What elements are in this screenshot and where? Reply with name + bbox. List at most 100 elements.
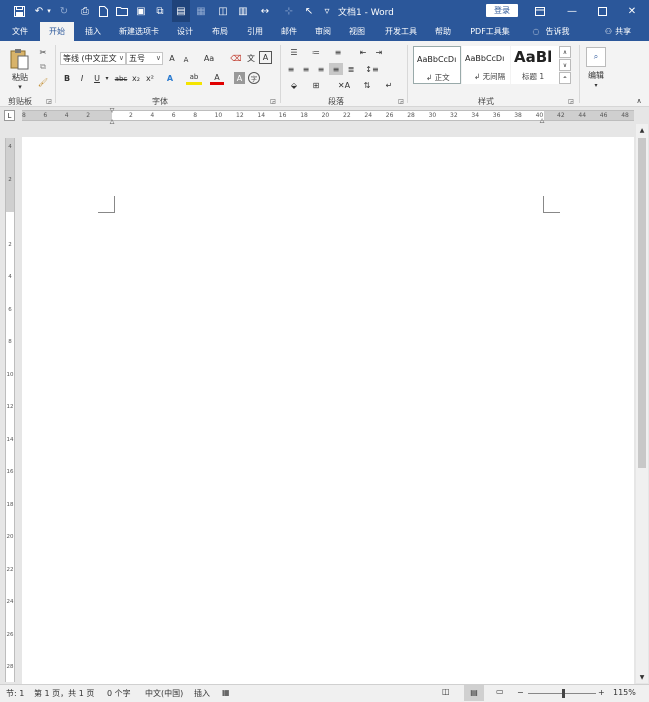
- table-icon[interactable]: ▦: [192, 0, 210, 22]
- maximize-icon[interactable]: [586, 0, 618, 22]
- layout-icon[interactable]: ▥: [234, 0, 252, 22]
- editing-dropdown-icon[interactable]: ▾: [590, 81, 602, 89]
- scroll-up-icon[interactable]: ▲: [636, 124, 648, 136]
- scroll-down-icon[interactable]: ▼: [636, 671, 648, 683]
- format-painter-icon[interactable]: 🖌: [36, 75, 50, 89]
- section-indicator[interactable]: 节: 1: [6, 688, 24, 699]
- zoom-level[interactable]: 115%: [613, 688, 636, 697]
- style-normal[interactable]: AaBbCcDı ↲ 正文: [413, 46, 461, 84]
- web-layout-view-icon[interactable]: ▭: [496, 687, 504, 696]
- text-effects-icon[interactable]: A: [163, 72, 177, 85]
- shrink-font-button[interactable]: A: [180, 53, 192, 66]
- tab-review[interactable]: 审阅: [308, 22, 338, 41]
- print-layout-view-icon[interactable]: ▤: [464, 685, 484, 701]
- right-indent-marker[interactable]: △: [538, 117, 546, 124]
- decrease-indent-icon[interactable]: ⇤: [356, 46, 370, 58]
- tab-file[interactable]: 文件: [4, 22, 36, 41]
- styles-launcher-icon[interactable]: ◲: [566, 96, 576, 106]
- pointer-icon[interactable]: ↖: [300, 0, 318, 22]
- borders-icon[interactable]: ⊞: [306, 79, 326, 91]
- char-shading-button[interactable]: A: [234, 72, 245, 84]
- zoom-in-button[interactable]: +: [598, 688, 605, 697]
- strikethrough-button[interactable]: abc: [113, 72, 129, 85]
- first-line-indent-marker[interactable]: ▽: [108, 107, 116, 114]
- underline-dropdown-icon[interactable]: ▾: [103, 72, 111, 85]
- italic-button[interactable]: I: [76, 72, 88, 85]
- insert-mode-indicator[interactable]: 插入: [194, 688, 210, 699]
- tab-design[interactable]: 设计: [170, 22, 200, 41]
- chinese-layout-icon[interactable]: ✕A: [334, 79, 354, 91]
- close-icon[interactable]: ✕: [616, 0, 648, 22]
- superscript-button[interactable]: x²: [144, 72, 156, 85]
- save-icon[interactable]: [10, 0, 28, 22]
- open-folder-icon[interactable]: [113, 0, 131, 22]
- font-size-combo[interactable]: 五号 ∨: [126, 52, 163, 65]
- paragraph-launcher-icon[interactable]: ◲: [396, 96, 406, 106]
- tab-mailings[interactable]: 邮件: [274, 22, 304, 41]
- customize-toolbar-icon[interactable]: ▿: [318, 0, 336, 22]
- tab-pdf-tools[interactable]: PDF工具集: [464, 22, 516, 41]
- tab-layout[interactable]: 布局: [205, 22, 235, 41]
- minimize-icon[interactable]: —: [556, 0, 588, 22]
- justify-icon[interactable]: ≡: [329, 63, 343, 75]
- font-name-combo[interactable]: 等线 (中文正文 ∨: [60, 52, 126, 65]
- line-spacing-icon[interactable]: ↕≡: [362, 63, 382, 75]
- columns-icon[interactable]: ◫: [214, 0, 232, 22]
- tab-references[interactable]: 引用: [240, 22, 270, 41]
- format-painter-quick-icon[interactable]: ⊹: [280, 0, 298, 22]
- read-mode-icon[interactable]: ▤: [172, 0, 190, 22]
- clipboard-icon[interactable]: [8, 47, 32, 71]
- styles-scroll-up-icon[interactable]: ∧: [559, 46, 571, 58]
- distributed-icon[interactable]: ≣: [344, 63, 358, 75]
- clear-format-icon[interactable]: ⌫: [229, 52, 243, 65]
- tab-selector-icon[interactable]: L: [4, 110, 15, 121]
- font-color-button[interactable]: A: [210, 72, 224, 85]
- page-indicator[interactable]: 第 1 页，共 1 页: [34, 688, 94, 699]
- new-document-icon[interactable]: [94, 0, 112, 22]
- tab-new-tab[interactable]: 新建选项卡: [112, 22, 166, 41]
- tab-developer[interactable]: 开发工具: [378, 22, 424, 41]
- styles-scroll-down-icon[interactable]: ∨: [559, 59, 571, 71]
- editing-button[interactable]: 编辑: [584, 69, 608, 81]
- cut-icon[interactable]: ✂: [36, 45, 50, 59]
- subscript-button[interactable]: x₂: [130, 72, 142, 85]
- char-border-icon[interactable]: A: [259, 51, 272, 64]
- print-preview-icon[interactable]: ⎙: [76, 0, 94, 22]
- copy-icon[interactable]: ⧉: [36, 60, 50, 74]
- hanging-indent-marker[interactable]: △: [108, 118, 116, 125]
- vertical-scrollbar[interactable]: ▲ ▼: [636, 124, 648, 683]
- zoom-out-button[interactable]: −: [517, 688, 524, 697]
- share-button[interactable]: ⚇ 共享: [598, 22, 638, 41]
- tab-insert[interactable]: 插入: [78, 22, 108, 41]
- paste-quick-icon[interactable]: ▣: [132, 0, 150, 22]
- increase-indent-icon[interactable]: ⇥: [372, 46, 386, 58]
- find-icon[interactable]: ⌕: [586, 47, 606, 67]
- tell-me-search[interactable]: ◌ 告诉我: [524, 22, 578, 41]
- align-left-icon[interactable]: ≡: [284, 63, 298, 75]
- enclose-char-button[interactable]: 字: [248, 72, 260, 84]
- zoom-slider-thumb[interactable]: [562, 689, 565, 698]
- phonetic-guide-icon[interactable]: 文: [244, 52, 258, 65]
- shading-icon[interactable]: ⬙: [284, 79, 304, 91]
- numbering-icon[interactable]: ≔: [306, 46, 326, 58]
- copy-quick-icon[interactable]: ⧉: [151, 0, 169, 22]
- scroll-thumb[interactable]: [638, 138, 646, 468]
- styles-more-icon[interactable]: ⩡: [559, 72, 571, 84]
- underline-button[interactable]: U: [91, 72, 103, 85]
- style-heading-1[interactable]: AaBl 标题 1: [511, 46, 559, 84]
- bold-button[interactable]: B: [61, 72, 73, 85]
- collapse-ribbon-icon[interactable]: ∧: [634, 96, 644, 106]
- grow-font-button[interactable]: A: [166, 52, 178, 65]
- highlight-button[interactable]: ab: [186, 72, 202, 85]
- language-indicator[interactable]: 中文(中国): [145, 688, 183, 699]
- show-marks-icon[interactable]: ↵: [382, 79, 396, 91]
- width-icon[interactable]: ↔: [256, 0, 274, 22]
- align-center-icon[interactable]: ≡: [299, 63, 313, 75]
- vertical-ruler[interactable]: 4 2 2 4 6 8 10 12 14 16 18 20 22 24 26 28: [5, 138, 15, 682]
- change-case-button[interactable]: Aa: [198, 52, 220, 65]
- document-page[interactable]: [22, 137, 634, 686]
- multilevel-list-icon[interactable]: ≡: [328, 46, 348, 58]
- read-mode-view-icon[interactable]: ◫: [442, 687, 450, 696]
- tab-view[interactable]: 视图: [342, 22, 372, 41]
- redo-icon[interactable]: ↻: [55, 0, 73, 22]
